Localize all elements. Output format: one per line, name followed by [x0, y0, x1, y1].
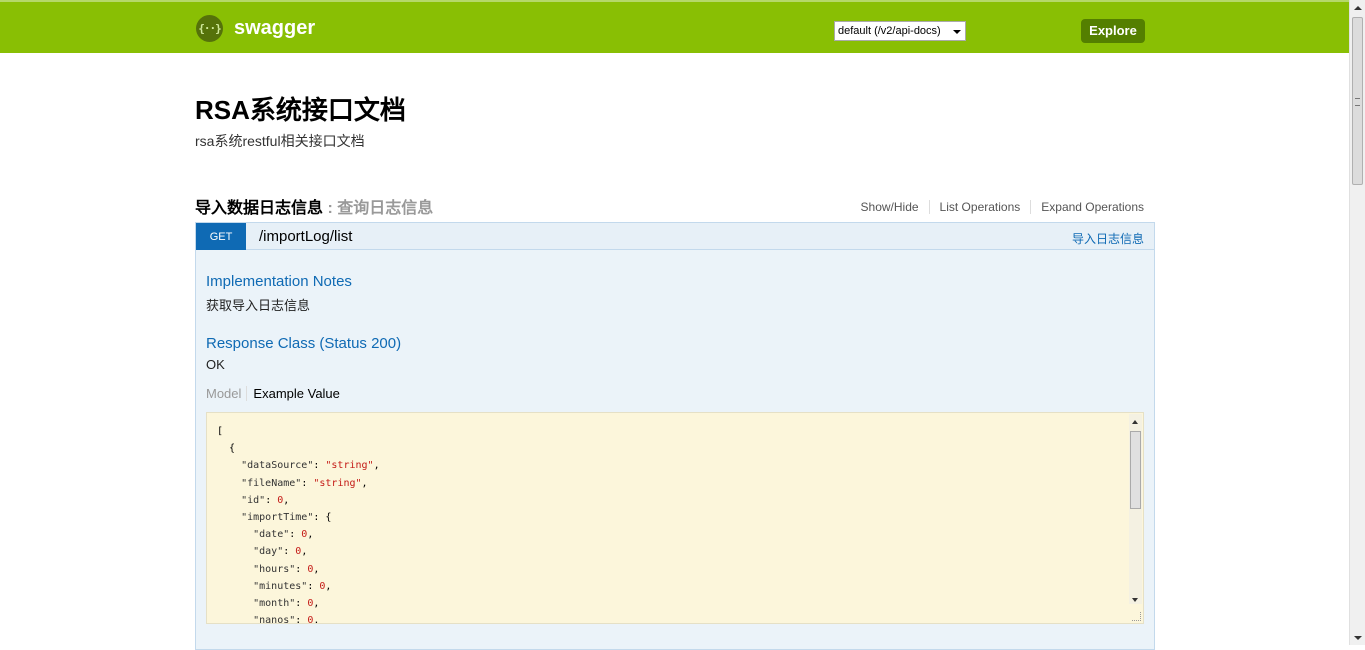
resource-separator: :: [323, 200, 338, 217]
list-operations-link[interactable]: List Operations: [930, 200, 1032, 214]
resize-handle-icon[interactable]: [1132, 612, 1141, 621]
code-line: [: [217, 426, 224, 437]
scroll-down-arrow-icon[interactable]: [1354, 636, 1362, 640]
example-json: [ { "dataSource": "string", "fileName": …: [207, 413, 1143, 624]
tab-example-value[interactable]: Example Value: [247, 386, 339, 401]
code-line: {: [217, 443, 236, 455]
code-line: "fileName": "string",: [241, 477, 368, 489]
code-line: "dataSource": "string",: [241, 460, 380, 472]
scroll-up-arrow-icon[interactable]: [1354, 6, 1362, 10]
api-spec-select-value: default (/v2/api-docs): [838, 25, 941, 37]
resource-heading: 导入数据日志信息 : 查询日志信息: [195, 194, 433, 218]
http-method-badge[interactable]: GET: [196, 223, 246, 250]
operation-path[interactable]: /importLog/list: [259, 228, 352, 245]
code-line: "month": 0,: [253, 598, 320, 610]
resource-name[interactable]: 导入数据日志信息: [195, 200, 323, 217]
implementation-notes-text: 获取导入日志信息: [206, 298, 311, 313]
code-line: "day": 0,: [253, 546, 308, 558]
code-line: "date": 0,: [253, 529, 314, 541]
implementation-notes-heading: Implementation Notes: [206, 273, 352, 290]
swagger-header: {··} swagger default (/v2/api-docs) Expl…: [0, 0, 1349, 53]
code-line: "nanos": 0,: [253, 615, 320, 624]
page-scrollbar[interactable]: [1349, 0, 1365, 645]
operation-tag-link[interactable]: 导入日志信息: [1072, 230, 1144, 247]
scroll-up-arrow-icon[interactable]: [1132, 420, 1138, 424]
swagger-logo-icon: {··}: [196, 14, 223, 42]
example-value-code[interactable]: [ { "dataSource": "string", "fileName": …: [206, 412, 1144, 624]
resource-description: 查询日志信息: [337, 200, 434, 217]
show-hide-link[interactable]: Show/Hide: [851, 200, 930, 214]
code-scrollbar-thumb[interactable]: [1130, 431, 1141, 509]
api-title: RSA系统接口文档: [195, 95, 406, 125]
expand-operations-link[interactable]: Expand Operations: [1031, 200, 1144, 214]
resource-actions: Show/Hide List Operations Expand Operati…: [851, 200, 1144, 214]
response-class-text: OK: [206, 357, 225, 372]
operation-content: Implementation Notes 获取导入日志信息 Response C…: [195, 250, 1155, 650]
response-class-heading: Response Class (Status 200): [206, 335, 402, 352]
code-scrollbar[interactable]: [1129, 414, 1142, 604]
code-line: "importTime": {: [241, 512, 332, 524]
code-line: "minutes": 0,: [253, 580, 332, 592]
chevron-down-icon: [953, 30, 961, 34]
swagger-logo-text: swagger: [234, 16, 316, 39]
code-line: "hours": 0,: [253, 563, 320, 575]
operation-heading[interactable]: GET /importLog/list 导入日志信息: [195, 222, 1155, 250]
model-tabs: Model Example Value: [206, 386, 340, 401]
explore-button[interactable]: Explore: [1081, 19, 1145, 43]
api-spec-select[interactable]: default (/v2/api-docs): [834, 21, 966, 41]
code-line: "id": 0,: [241, 494, 290, 506]
grip-icon: [1355, 98, 1360, 106]
scroll-down-arrow-icon[interactable]: [1132, 598, 1138, 602]
page-scrollbar-thumb[interactable]: [1352, 17, 1363, 185]
api-description: rsa系统restful相关接口文档: [195, 133, 365, 149]
tab-model[interactable]: Model: [206, 386, 248, 401]
swagger-logo[interactable]: {··} swagger: [196, 14, 315, 42]
